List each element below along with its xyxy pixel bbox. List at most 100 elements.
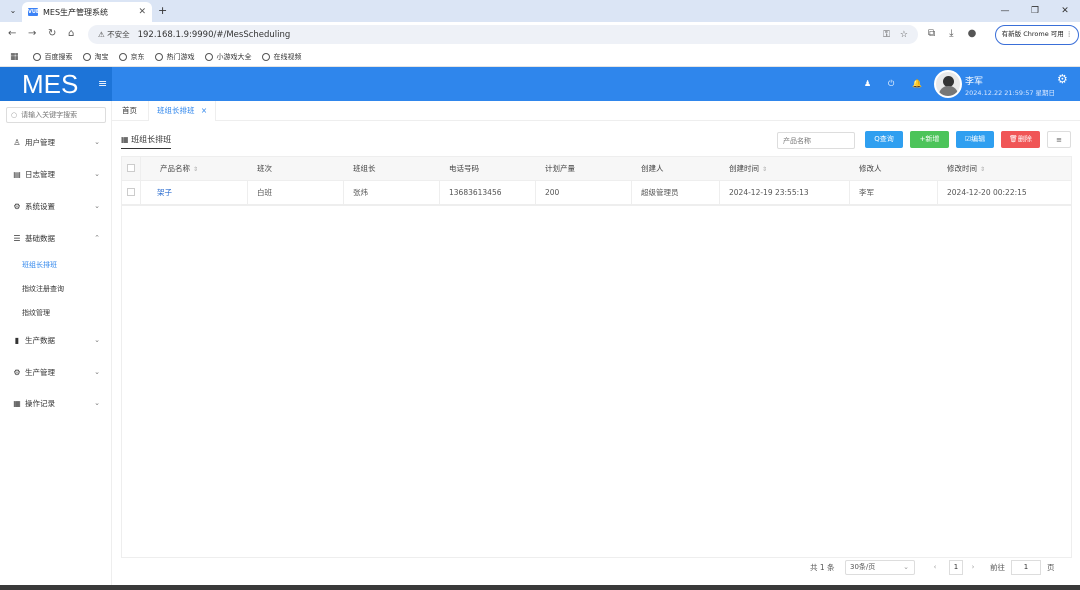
pagination: 共 1 条 30条/页 ⌄ ‹ 1 › 前往 1 页 (121, 558, 1072, 580)
tab-search-icon[interactable]: ⌄ (6, 4, 20, 18)
url-field[interactable]: ⚠ 不安全 192.168.1.9:9990/#/MesScheduling ⚿… (88, 25, 918, 44)
column-settings-button[interactable]: ≡ (1047, 131, 1071, 148)
tab-close-icon[interactable]: ✕ (138, 7, 146, 17)
sidebar-item-system-settings[interactable]: ⚙ 系统设置 ⌄ (0, 197, 112, 215)
home-icon[interactable]: ⌂ (68, 28, 74, 39)
content-tabs: 首页 班组长排班 × (112, 101, 1080, 121)
settings-gear-icon[interactable]: ⚙ (1057, 72, 1068, 86)
app-header: MES ≡ ♟ ⏻ 🔔 李军 2024.12.22 21:59:57 星期日 ⚙ (0, 67, 1080, 101)
chevron-down-icon: ⌄ (94, 336, 100, 344)
sidebar-item-user-management[interactable]: ♙ 用户管理 ⌄ (0, 133, 112, 151)
chevron-up-icon: ⌃ (94, 234, 100, 242)
chevron-down-icon: ⌄ (903, 563, 909, 571)
bookmark-star-icon[interactable]: ☆ (900, 30, 908, 40)
cell-team-leader: 张炜 (353, 188, 368, 197)
goto-label: 前往 (990, 563, 1005, 572)
sidebar-search-input[interactable] (21, 111, 102, 119)
extensions-icon[interactable]: ⧉ (928, 28, 935, 39)
goto-page-input[interactable]: 1 (1011, 560, 1041, 575)
bookmark-item[interactable]: 淘宝 (82, 52, 109, 62)
key-icon[interactable]: ⚿ (883, 30, 890, 40)
url-text: 192.168.1.9:9990/#/MesScheduling (137, 29, 291, 40)
taskbar (0, 585, 1080, 590)
browser-tab[interactable]: VUE MES生产管理系统 ✕ (22, 2, 152, 22)
header-modifier: 修改人 (859, 164, 882, 173)
sidebar-subitem-fingerprint-query[interactable]: 指纹注册查询 (22, 284, 64, 294)
window-close-icon[interactable]: ✕ (1050, 0, 1080, 22)
header-create-time[interactable]: 创建时间 ⇕ (729, 157, 767, 181)
new-tab-button[interactable]: + (158, 4, 167, 17)
apps-icon[interactable]: ▦ (10, 52, 19, 62)
user-name[interactable]: 李军 (965, 74, 983, 87)
chrome-update-button[interactable]: 有新版 Chrome 可用 ⋮ (995, 25, 1079, 45)
header-product-name[interactable]: 产品名称 ⇕ (160, 157, 198, 181)
reload-icon[interactable]: ↻ (48, 28, 56, 39)
globe-icon (82, 52, 91, 61)
sidebar-item-production-management[interactable]: ⚙ 生产管理 ⌄ (0, 363, 112, 381)
bell-icon[interactable]: 🔔 (912, 79, 922, 88)
tab-shift-scheduling[interactable]: 班组长排班 × (148, 101, 217, 121)
page-size-select[interactable]: 30条/页 ⌄ (845, 560, 915, 575)
bookmark-item[interactable]: 百度搜索 (32, 52, 73, 62)
sidebar-item-basic-data[interactable]: ☰ 基础数据 ⌃ (0, 229, 112, 247)
grid-icon: ▦ (13, 398, 21, 408)
avatar[interactable] (934, 70, 962, 98)
sort-icon: ⇕ (193, 166, 199, 173)
sidebar: ○ ♙ 用户管理 ⌄ ▤ 日志管理 ⌄ ⚙ 系统设置 ⌄ ☰ 基础数据 ⌃ 班组… (0, 101, 112, 585)
prev-page-button[interactable]: ‹ (927, 560, 943, 575)
product-name-search-input[interactable] (777, 132, 855, 149)
page-number-current[interactable]: 1 (949, 560, 963, 575)
calendar-icon: ▤ (13, 169, 21, 179)
power-icon[interactable]: ⏻ (888, 79, 894, 89)
chart-icon: ▮ (14, 335, 20, 345)
query-button[interactable]: Q查询 (865, 131, 903, 148)
window-controls: — ❐ ✕ (990, 0, 1080, 22)
row-checkbox[interactable] (127, 188, 135, 196)
bookmark-item[interactable]: 京东 (118, 52, 145, 62)
vue-favicon-icon: VUE (28, 8, 40, 16)
address-bar: ← → ↻ ⌂ ⚠ 不安全 192.168.1.9:9990/#/MesSche… (0, 22, 1080, 47)
bookmark-item[interactable]: 在线视频 (261, 52, 302, 62)
sidebar-subitem-shift-scheduling[interactable]: 班组长排班 (22, 260, 57, 270)
main-panel: ▦ 班组长排班 Q查询 +新增 ☑编辑 🗑删除 ≡ 产品名称⇕ 班次 班组长 电… (121, 128, 1072, 580)
bookmark-item[interactable]: 小游戏大全 (204, 52, 252, 62)
sidebar-item-log-management[interactable]: ▤ 日志管理 ⌄ (0, 165, 112, 183)
insecure-indicator[interactable]: ⚠ 不安全 (98, 29, 130, 40)
forward-icon[interactable]: → (28, 28, 36, 39)
app-logo: MES (0, 67, 112, 101)
profile-icon[interactable]: ● (968, 28, 977, 39)
tab-close-icon[interactable]: × (201, 106, 207, 115)
back-icon[interactable]: ← (8, 28, 16, 39)
user-datetime: 2024.12.22 21:59:57 星期日 (965, 89, 1056, 97)
page-title: ▦ 班组长排班 (121, 134, 172, 149)
user-icon: ♙ (13, 137, 21, 147)
tab-title: MES生产管理系统 (43, 7, 109, 17)
cell-product-name[interactable]: 架子 (157, 181, 172, 205)
add-button[interactable]: +新增 (910, 131, 949, 148)
header-creator: 创建人 (641, 164, 664, 173)
header-modify-time[interactable]: 修改时间 ⇕ (947, 157, 985, 181)
tab-home[interactable]: 首页 (114, 101, 145, 121)
gear-icon: ⚙ (13, 367, 21, 377)
browser-tab-bar: ⌄ VUE MES生产管理系统 ✕ + — ❐ ✕ (0, 0, 1080, 22)
chevron-down-icon: ⌄ (94, 399, 100, 407)
chevron-down-icon: ⌄ (94, 138, 100, 146)
bookmark-item[interactable]: 热门游戏 (154, 52, 195, 62)
sidebar-item-production-data[interactable]: ▮ 生产数据 ⌄ (0, 331, 112, 349)
table-row[interactable]: 架子 白班 张炜 13683613456 200 超级管理员 2024-12-1… (122, 181, 1071, 205)
menu-toggle-icon[interactable]: ≡ (98, 77, 107, 90)
search-icon: ○ (11, 111, 18, 119)
page-unit-label: 页 (1047, 563, 1055, 572)
download-icon[interactable]: ⤓ (949, 28, 953, 39)
edit-button[interactable]: ☑编辑 (956, 131, 994, 148)
extension-icons: ⧉ ⤓ ● (928, 28, 976, 39)
sidebar-item-operation-records[interactable]: ▦ 操作记录 ⌄ (0, 394, 112, 412)
minimize-icon[interactable]: — (990, 0, 1020, 22)
next-page-button[interactable]: › (965, 560, 981, 575)
restore-icon[interactable]: ❐ (1020, 0, 1050, 22)
delete-button[interactable]: 🗑删除 (1001, 131, 1040, 148)
globe-icon (204, 52, 213, 61)
select-all-checkbox[interactable] (127, 164, 135, 172)
sidebar-subitem-fingerprint-management[interactable]: 指纹管理 (22, 308, 50, 318)
user-icon[interactable]: ♟ (864, 79, 871, 88)
